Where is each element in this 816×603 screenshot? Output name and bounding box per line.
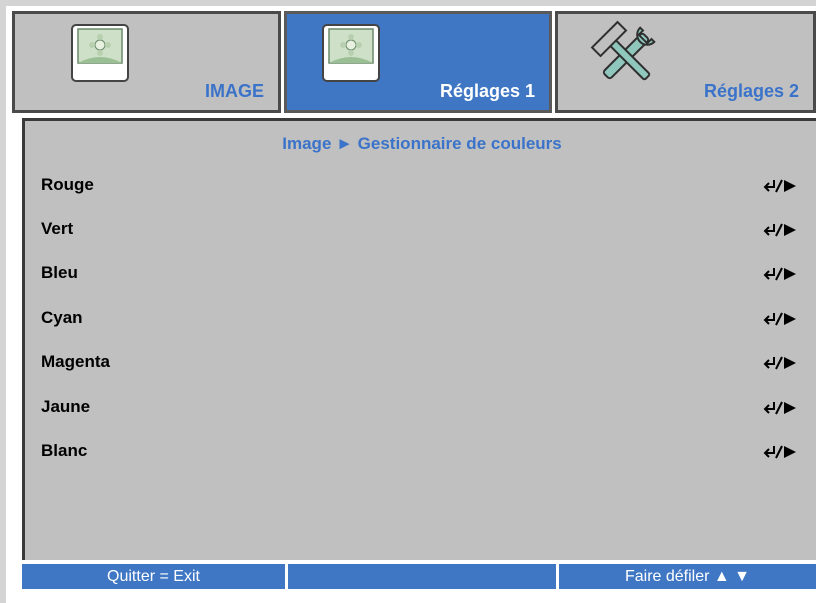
breadcrumb: Image ► Gestionnaire de couleurs (282, 134, 562, 153)
enter-or-right-arrow-icon (763, 356, 796, 370)
tab-reglages-2-label: Réglages 2 (703, 81, 799, 101)
menu-item-rouge[interactable]: Rouge (41, 171, 811, 201)
menu-item-jaune[interactable]: Jaune (41, 393, 811, 423)
tab-reglages-2[interactable]: Réglages 2 (555, 11, 816, 113)
enter-or-right-arrow-icon (763, 223, 796, 237)
footer-bar: Quitter = Exit Faire défiler ▲ ▼ (22, 564, 816, 589)
tab-image-label: IMAGE (204, 81, 264, 101)
picture-icon (322, 24, 380, 82)
menu-item-label: Jaune (41, 397, 91, 416)
footer-middle (288, 564, 556, 589)
menu-item-blanc[interactable]: Blanc (41, 437, 811, 467)
menu-item-label: Blanc (41, 441, 88, 460)
footer-exit-hint: Quitter = Exit (22, 564, 285, 589)
enter-or-right-arrow-icon (763, 179, 796, 193)
menu-panel: Image ► Gestionnaire de couleurs Rouge V… (22, 118, 816, 560)
tab-image[interactable]: IMAGE (12, 11, 281, 113)
menu-item-label: Cyan (41, 308, 83, 327)
enter-or-right-arrow-icon (763, 401, 796, 415)
menu-item-label: Magenta (41, 352, 110, 371)
menu-item-label: Bleu (41, 263, 78, 282)
picture-icon (71, 24, 129, 82)
enter-or-right-arrow-icon (763, 267, 796, 281)
footer-scroll-hint: Faire défiler ▲ ▼ (559, 564, 816, 589)
tab-bar: IMAGE Réglages 1 Réglages 2 (12, 11, 816, 113)
menu-item-magenta[interactable]: Magenta (41, 348, 811, 378)
tab-reglages-1[interactable]: Réglages 1 (284, 11, 552, 113)
menu-item-label: Rouge (41, 175, 94, 194)
menu-item-bleu[interactable]: Bleu (41, 259, 811, 289)
menu-item-cyan[interactable]: Cyan (41, 304, 811, 334)
tab-reglages-1-label: Réglages 1 (439, 81, 535, 101)
menu-item-label: Vert (41, 219, 74, 238)
tools-icon (590, 20, 656, 81)
enter-or-right-arrow-icon (763, 445, 796, 459)
menu-item-vert[interactable]: Vert (41, 215, 811, 245)
enter-or-right-arrow-icon (763, 312, 796, 326)
